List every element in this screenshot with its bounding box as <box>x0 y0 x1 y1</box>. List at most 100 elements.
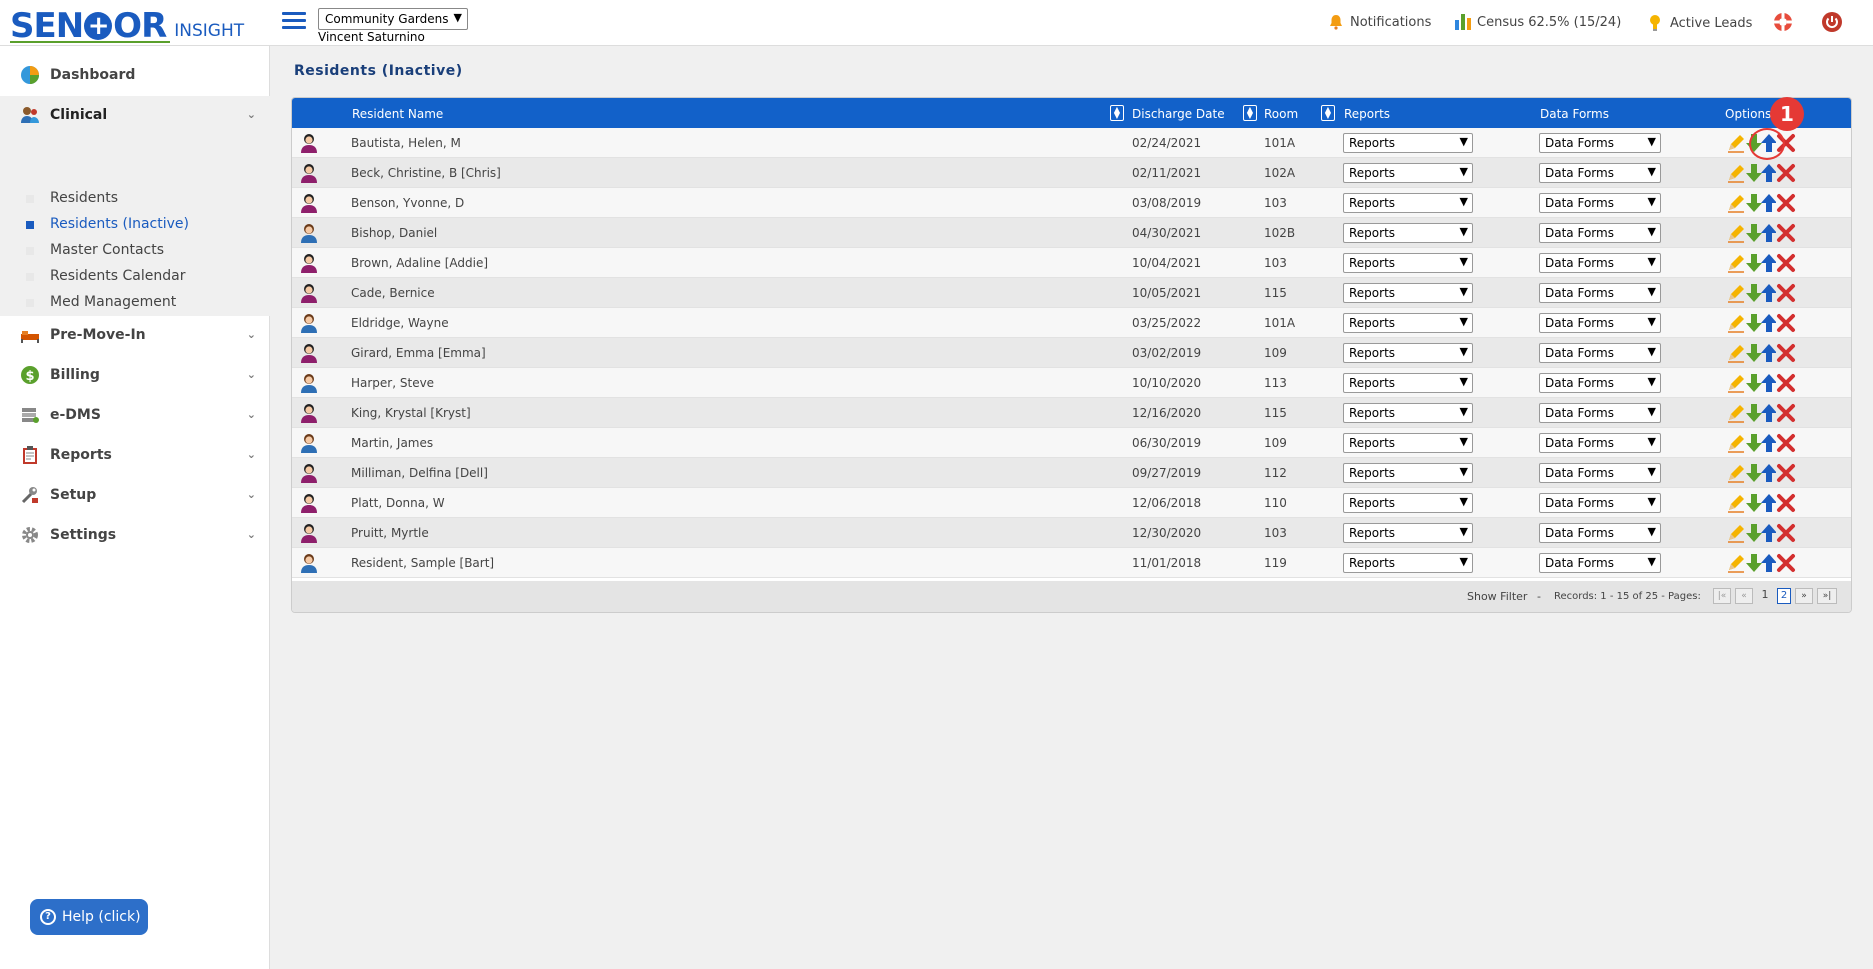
column-header-discharge-date[interactable]: Discharge Date <box>1132 107 1225 121</box>
delete-x-icon[interactable] <box>1776 313 1796 333</box>
sidebar-subitem-residents-calendar[interactable]: Residents Calendar <box>0 264 270 288</box>
delete-x-icon[interactable] <box>1776 253 1796 273</box>
edit-pencil-icon[interactable] <box>1726 283 1746 303</box>
delete-x-icon[interactable] <box>1776 433 1796 453</box>
delete-x-icon[interactable] <box>1776 553 1796 573</box>
census-link[interactable]: Census 62.5% (15/24) <box>1455 14 1621 30</box>
column-header-room[interactable]: Room <box>1264 107 1298 121</box>
delete-x-icon[interactable] <box>1776 163 1796 183</box>
table-row[interactable]: Benson, Yvonne, D 03/08/2019 103 Reports ▼ Da… <box>292 188 1851 218</box>
page-link-1[interactable]: 1 <box>1758 588 1772 604</box>
data-forms-select[interactable]: Data Forms ▼ <box>1539 493 1661 513</box>
reports-select[interactable]: Reports ▼ <box>1343 313 1473 333</box>
move-in-out-arrows-icon[interactable] <box>1744 373 1776 393</box>
edit-pencil-icon[interactable] <box>1726 523 1746 543</box>
power-icon[interactable] <box>1821 11 1843 33</box>
reports-select[interactable]: Reports ▼ <box>1343 523 1473 543</box>
reports-select[interactable]: Reports ▼ <box>1343 403 1473 423</box>
edit-pencil-icon[interactable] <box>1726 403 1746 423</box>
edit-pencil-icon[interactable] <box>1726 373 1746 393</box>
sidebar-subitem-residents-inactive[interactable]: Residents (Inactive) <box>0 212 270 236</box>
last-page-icon[interactable]: »| <box>1817 588 1837 604</box>
data-forms-select[interactable]: Data Forms ▼ <box>1539 313 1661 333</box>
resident-name-cell[interactable]: Bautista, Helen, M <box>351 136 461 150</box>
table-row[interactable]: Harper, Steve 10/10/2020 113 Reports ▼ Data F… <box>292 368 1851 398</box>
move-in-out-arrows-icon[interactable] <box>1744 553 1776 573</box>
resident-name-cell[interactable]: Bishop, Daniel <box>351 226 437 240</box>
reports-select[interactable]: Reports ▼ <box>1343 133 1473 153</box>
menu-toggle-icon[interactable] <box>282 12 306 32</box>
delete-x-icon[interactable] <box>1776 223 1796 243</box>
table-row[interactable]: Bautista, Helen, M 02/24/2021 101A Reports ▼… <box>292 128 1851 158</box>
delete-x-icon[interactable] <box>1776 343 1796 363</box>
reports-select[interactable]: Reports ▼ <box>1343 463 1473 483</box>
move-in-out-arrows-icon[interactable] <box>1744 403 1776 423</box>
sidebar-item-setup[interactable]: Setup ⌄ <box>0 476 270 514</box>
move-in-out-arrows-icon[interactable] <box>1744 253 1776 273</box>
resident-name-cell[interactable]: Cade, Bernice <box>351 286 435 300</box>
reports-select[interactable]: Reports ▼ <box>1343 343 1473 363</box>
sidebar-item-settings[interactable]: Settings ⌄ <box>0 516 270 554</box>
edit-pencil-icon[interactable] <box>1726 493 1746 513</box>
table-row[interactable]: Platt, Donna, W 12/06/2018 110 Reports ▼ Data… <box>292 488 1851 518</box>
edit-pencil-icon[interactable] <box>1726 343 1746 363</box>
edit-pencil-icon[interactable] <box>1726 553 1746 573</box>
delete-x-icon[interactable] <box>1776 373 1796 393</box>
edit-pencil-icon[interactable] <box>1726 463 1746 483</box>
show-filter-link[interactable]: Show Filter <box>1467 590 1527 603</box>
table-row[interactable]: Brown, Adaline [Addie] 10/04/2021 103 Repor… <box>292 248 1851 278</box>
delete-x-icon[interactable] <box>1776 493 1796 513</box>
table-row[interactable]: Milliman, Delfina [Dell] 09/27/2019 112 Rep… <box>292 458 1851 488</box>
table-row[interactable]: Girard, Emma [Emma] 03/02/2019 109 Reports ▼… <box>292 338 1851 368</box>
sidebar-item-reports[interactable]: Reports ⌄ <box>0 436 270 474</box>
reports-select[interactable]: Reports ▼ <box>1343 373 1473 393</box>
data-forms-select[interactable]: Data Forms ▼ <box>1539 193 1661 213</box>
logo[interactable]: SEN + OR INSIGHT <box>10 4 244 44</box>
reports-select[interactable]: Reports ▼ <box>1343 493 1473 513</box>
resident-name-cell[interactable]: Brown, Adaline [Addie] <box>351 256 488 270</box>
notifications-link[interactable]: Notifications <box>1328 14 1431 30</box>
sidebar-item-clinical[interactable]: Clinical ⌄ <box>0 96 270 134</box>
table-row[interactable]: Beck, Christine, B [Chris] 02/11/2021 102A… <box>292 158 1851 188</box>
resident-name-cell[interactable]: Martin, James <box>351 436 433 450</box>
table-row[interactable]: Cade, Bernice 10/05/2021 115 Reports ▼ Data F… <box>292 278 1851 308</box>
data-forms-select[interactable]: Data Forms ▼ <box>1539 553 1661 573</box>
move-in-out-arrows-icon[interactable] <box>1744 463 1776 483</box>
edit-pencil-icon[interactable] <box>1726 133 1746 153</box>
active-leads-link[interactable]: Active Leads <box>1648 14 1752 32</box>
sidebar-subitem-master-contacts[interactable]: Master Contacts <box>0 238 270 262</box>
first-page-icon[interactable]: |« <box>1713 588 1731 604</box>
resident-name-cell[interactable]: Girard, Emma [Emma] <box>351 346 486 360</box>
data-forms-select[interactable]: Data Forms ▼ <box>1539 283 1661 303</box>
sidebar-item-pre-move-in[interactable]: Pre-Move-In ⌄ <box>0 316 270 354</box>
table-row[interactable]: Martin, James 06/30/2019 109 Reports ▼ Data F… <box>292 428 1851 458</box>
data-forms-select[interactable]: Data Forms ▼ <box>1539 223 1661 243</box>
data-forms-select[interactable]: Data Forms ▼ <box>1539 403 1661 423</box>
lifebuoy-icon[interactable] <box>1773 12 1793 32</box>
move-in-out-arrows-icon[interactable] <box>1744 223 1776 243</box>
edit-pencil-icon[interactable] <box>1726 433 1746 453</box>
move-in-out-arrows-icon[interactable] <box>1744 283 1776 303</box>
edit-pencil-icon[interactable] <box>1726 223 1746 243</box>
sidebar-subitem-med-management[interactable]: Med Management <box>0 290 270 314</box>
reports-select[interactable]: Reports ▼ <box>1343 253 1473 273</box>
delete-x-icon[interactable] <box>1776 403 1796 423</box>
move-in-out-arrows-icon[interactable] <box>1744 523 1776 543</box>
move-in-out-arrows-icon[interactable] <box>1744 163 1776 183</box>
reports-select[interactable]: Reports ▼ <box>1343 433 1473 453</box>
table-row[interactable]: King, Krystal [Kryst] 12/16/2020 115 Report… <box>292 398 1851 428</box>
reports-select[interactable]: Reports ▼ <box>1343 283 1473 303</box>
next-page-icon[interactable]: » <box>1795 588 1813 604</box>
data-forms-select[interactable]: Data Forms ▼ <box>1539 133 1661 153</box>
sidebar-item-edms[interactable]: e-DMS ⌄ <box>0 396 270 434</box>
column-header-resident-name[interactable]: Resident Name <box>352 107 443 121</box>
previous-page-icon[interactable]: « <box>1735 588 1753 604</box>
sidebar-item-dashboard[interactable]: Dashboard <box>0 56 270 94</box>
delete-x-icon[interactable] <box>1776 283 1796 303</box>
edit-pencil-icon[interactable] <box>1726 313 1746 333</box>
edit-pencil-icon[interactable] <box>1726 193 1746 213</box>
table-row[interactable]: Resident, Sample [Bart] 11/01/2018 119 Repo… <box>292 548 1851 578</box>
table-row[interactable]: Pruitt, Myrtle 12/30/2020 103 Reports ▼ Data … <box>292 518 1851 548</box>
delete-x-icon[interactable] <box>1776 523 1796 543</box>
sort-icon[interactable]: ▲ ▼ <box>1110 105 1124 121</box>
